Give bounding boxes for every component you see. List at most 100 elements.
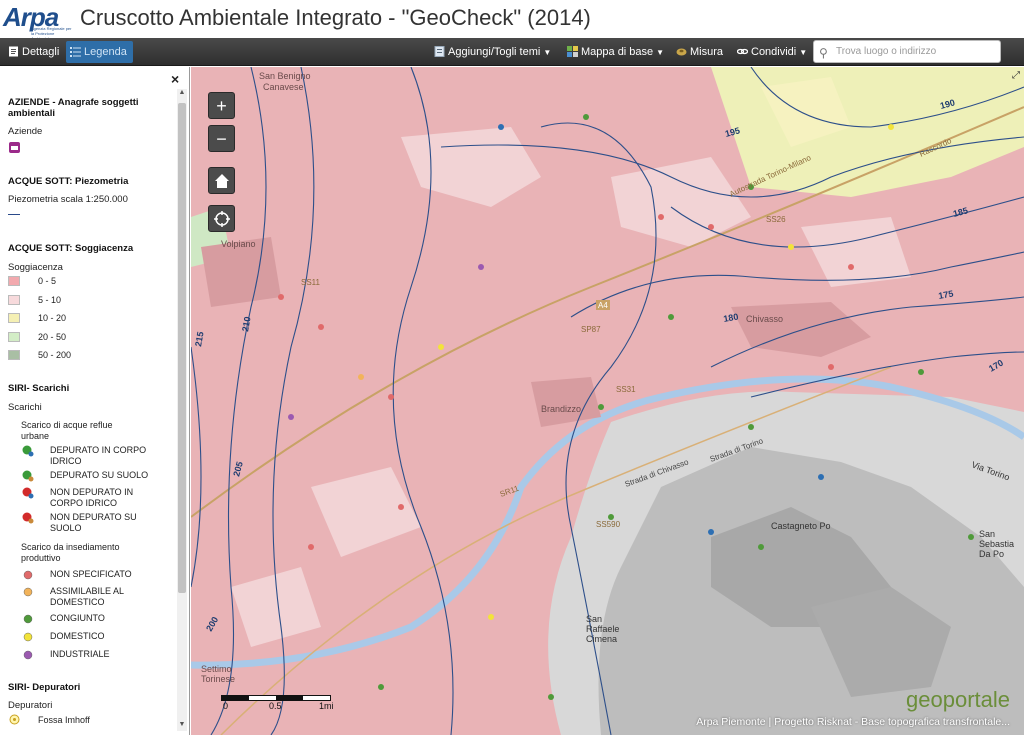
search-placeholder: Trova luogo o indirizzo xyxy=(836,46,937,57)
soggiacenza-label: 0 - 5 xyxy=(38,276,57,286)
contour-line-swatch xyxy=(8,214,20,215)
discharge-icon xyxy=(22,487,34,499)
share-button[interactable]: Condividi ▼ xyxy=(733,41,813,63)
legend-panel: × AZIENDE - Anagrafe soggetti ambientali… xyxy=(0,67,190,735)
locate-button[interactable] xyxy=(208,205,235,232)
produttivo-label: INDUSTRIALE xyxy=(50,649,110,659)
themes-button[interactable]: Aggiungi/Togli temi ▼ xyxy=(430,41,557,63)
soggiacenza-label: 20 - 50 xyxy=(38,331,67,342)
soggiacenza-swatch xyxy=(8,350,20,360)
produttivo-label: DOMESTICO xyxy=(50,631,105,641)
soggiacenza-swatch xyxy=(8,331,20,342)
basemap-button[interactable]: Mappa di base ▼ xyxy=(563,41,670,63)
arpa-logo: Arpa Agenzia Regionale per la Protezione… xyxy=(3,2,72,41)
legend-button[interactable]: Legenda xyxy=(66,41,133,63)
discharge-point-icon xyxy=(23,632,33,642)
svg-text:SS31: SS31 xyxy=(616,385,636,394)
urbane-label: NON DEPURATO SU SUOLO xyxy=(50,512,137,533)
svg-text:Chivasso: Chivasso xyxy=(746,314,783,324)
urbane-label: DEPURATO IN CORPO IDRICO xyxy=(50,445,147,466)
soggiacenza-heading: ACQUE SOTT: Soggiacenza xyxy=(8,243,134,254)
aziende-sublabel: Aziende xyxy=(8,126,43,137)
details-label: Dettagli xyxy=(22,46,60,58)
measure-label: Misura xyxy=(690,46,724,58)
zoom-in-button[interactable]: + xyxy=(208,92,235,119)
close-icon[interactable]: × xyxy=(171,71,179,87)
discharge-point-icon xyxy=(23,570,33,580)
depuratori-heading: SIRI- Depuratori xyxy=(8,682,81,693)
details-button[interactable]: Dettagli xyxy=(4,41,65,63)
home-icon xyxy=(214,174,229,188)
fossa-imhoff-label: Fossa Imhoff xyxy=(38,715,90,725)
map-layers: San BenignoCanavese Volpiano Chivasso Br… xyxy=(191,67,1024,735)
scroll-down-icon[interactable]: ▼ xyxy=(177,721,187,731)
svg-text:A4: A4 xyxy=(598,301,608,310)
svg-text:San: San xyxy=(586,614,602,624)
produttivo-label: NON SPECIFICATO xyxy=(50,569,132,579)
discharge-point-icon xyxy=(23,587,33,597)
fossa-imhoff-icon xyxy=(9,714,20,725)
legend-scrollbar[interactable]: ▲ ▼ xyxy=(177,89,187,731)
share-label: Condividi xyxy=(751,46,797,58)
svg-text:SS590: SS590 xyxy=(596,520,621,529)
expand-icon[interactable]: ⤢ xyxy=(1012,70,1020,81)
scale-label-mile: 1mi xyxy=(319,701,334,711)
produttivo-label: ASSIMILABILE AL DOMESTICO xyxy=(50,586,124,607)
home-button[interactable] xyxy=(208,167,235,194)
piezometria-heading: ACQUE SOTT: Piezometria xyxy=(8,176,129,187)
svg-text:SS11: SS11 xyxy=(301,278,321,287)
legend-list-icon xyxy=(70,47,81,57)
page-title: Cruscotto Ambientale Integrato - "GeoChe… xyxy=(80,5,591,30)
link-icon xyxy=(737,48,748,55)
themes-label: Aggiungi/Togli temi xyxy=(448,46,541,58)
factory-icon xyxy=(9,142,20,153)
aziende-heading: AZIENDE - Anagrafe soggetti ambientali xyxy=(8,97,139,119)
map-attribution: Arpa Piemonte | Progetto Risknat - Base … xyxy=(696,716,1010,728)
scale-label-0: 0 xyxy=(223,701,229,711)
discharge-point-icon xyxy=(23,614,33,624)
chevron-down-icon: ▼ xyxy=(656,48,665,57)
map-canvas[interactable]: San Benigno Canavese Volpiano Chivasso Br… xyxy=(191,67,1024,735)
svg-text:Canavese: Canavese xyxy=(263,82,304,92)
urbane-heading: Scarico di acque reflue urbane xyxy=(21,420,113,441)
produttivo-label: CONGIUNTO xyxy=(50,613,105,623)
scale-label-half: 0.5 xyxy=(269,701,282,711)
svg-text:Da Po: Da Po xyxy=(979,549,1004,559)
svg-text:San: San xyxy=(979,529,995,539)
soggiacenza-swatch xyxy=(8,313,20,323)
urbane-label: DEPURATO SU SUOLO xyxy=(50,470,149,480)
svg-text:Raffaele: Raffaele xyxy=(586,624,619,634)
svg-text:Castagneto Po: Castagneto Po xyxy=(771,521,831,531)
scroll-thumb[interactable] xyxy=(178,103,186,593)
svg-text:Volpiano: Volpiano xyxy=(221,239,256,249)
svg-text:Settimo: Settimo xyxy=(201,664,232,674)
basemap-grid-icon xyxy=(567,46,578,57)
search-input[interactable]: ⚲ Trova luogo o indirizzo xyxy=(813,40,1001,63)
locate-icon xyxy=(213,211,230,227)
scroll-up-icon[interactable]: ▲ xyxy=(177,89,187,99)
details-icon xyxy=(9,46,18,57)
zoom-out-button[interactable]: − xyxy=(208,125,235,152)
discharge-point-icon xyxy=(23,650,33,660)
layers-icon xyxy=(434,46,445,57)
svg-text:Cimena: Cimena xyxy=(586,634,617,644)
piezometria-sublabel: Piezometria scala 1:250.000 xyxy=(8,194,128,205)
svg-text:Sebastia: Sebastia xyxy=(979,539,1014,549)
app-header: Arpa Agenzia Regionale per la Protezione… xyxy=(0,0,1024,41)
ruler-icon xyxy=(676,48,687,56)
chevron-down-icon: ▼ xyxy=(799,48,808,57)
chevron-down-icon: ▼ xyxy=(543,48,552,57)
soggiacenza-sublabel: Soggiacenza xyxy=(8,262,63,273)
discharge-icon xyxy=(22,470,34,482)
measure-button[interactable]: Misura xyxy=(672,41,729,63)
search-icon: ⚲ xyxy=(819,46,828,60)
svg-text:SP87: SP87 xyxy=(581,325,601,334)
soggiacenza-swatch xyxy=(8,276,20,286)
produttivo-heading: Scarico da insediamento produttivo xyxy=(21,542,120,563)
scarichi-sublabel: Scarichi xyxy=(8,402,42,413)
soggiacenza-label: 10 - 20 xyxy=(38,313,67,323)
soggiacenza-swatch xyxy=(8,294,20,305)
svg-text:Brandizzo: Brandizzo xyxy=(541,404,581,414)
svg-text:Torinese: Torinese xyxy=(201,674,235,684)
basemap-label: Mappa di base xyxy=(581,46,654,58)
